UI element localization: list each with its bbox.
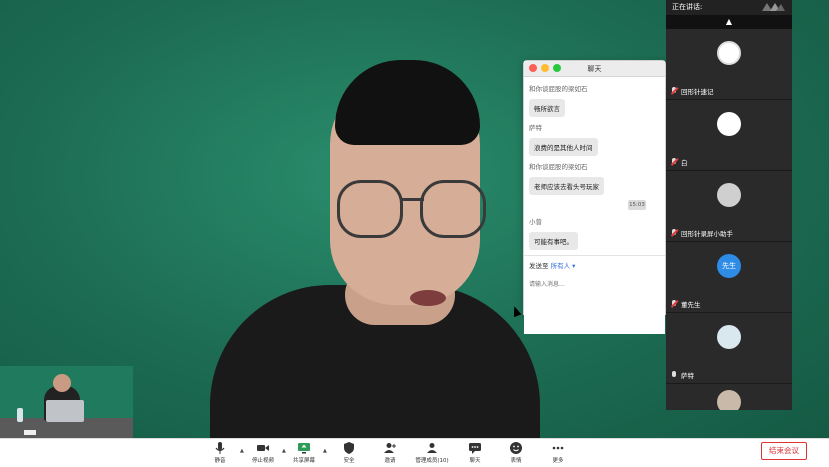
manage-members-button[interactable]: 管理成员(10) [412, 441, 452, 467]
send-to-target: 所有人 [550, 262, 571, 270]
chat-icon [469, 443, 481, 454]
participant-tile[interactable] [666, 384, 792, 410]
mic-muted-icon [670, 87, 678, 95]
chat-message: 小曾 可能有事吧。 [529, 216, 660, 250]
speaker-hair [335, 60, 480, 145]
mic-muted-icon [670, 229, 678, 237]
send-to-dropdown[interactable]: 所有人 ▾ [551, 262, 576, 270]
share-screen-button[interactable]: 共享屏幕 [284, 441, 324, 467]
meeting-toolbar: 静音 ▲ 停止视频 ▲ 共享屏幕 ▲ 安全 邀请 管理成员(10) 聊天 表情 … [0, 438, 829, 467]
panel-header: 正在讲话: [666, 0, 792, 15]
chat-label: 聊天 [469, 458, 481, 464]
mic-muted-icon [670, 300, 678, 308]
invite-button[interactable]: 邀请 [370, 441, 410, 467]
chat-message: 萨特 浪费的是其他人时间 [529, 122, 660, 156]
message-timestamp: 15:03 [628, 200, 646, 210]
glasses-right-lens [420, 180, 486, 238]
message-sender: 萨特 [529, 124, 542, 132]
glasses-bridge [400, 198, 424, 201]
self-view-video[interactable] [0, 366, 133, 438]
message-sender: 和你谈屁股的梁如石 [529, 85, 588, 93]
participant-tile[interactable]: 先生 董先生 [666, 242, 792, 313]
reactions-label: 表情 [510, 458, 522, 464]
chat-message: 和你谈屁股的梁如石 老师应该去看头号玩家 [529, 161, 660, 195]
security-button[interactable]: 安全 [329, 441, 369, 467]
send-to-label: 发送至 [529, 262, 549, 270]
participants-icon [427, 443, 437, 453]
chevron-up-icon[interactable]: ▲ [323, 448, 327, 454]
end-meeting-button[interactable]: 结束会议 [761, 442, 807, 460]
mic-icon [670, 371, 678, 379]
avatar: 先生 [717, 254, 741, 278]
self-view-head [53, 374, 71, 392]
message-bubble: 老师应该去看头号玩家 [529, 177, 604, 195]
shield-icon [344, 442, 354, 454]
avatar [717, 112, 741, 136]
stop-video-button[interactable]: 停止视频 [243, 441, 283, 467]
speaking-label: 正在讲话: [672, 3, 703, 11]
stop-video-label: 停止视频 [251, 458, 274, 464]
participant-tile[interactable]: 萨特 [666, 313, 792, 384]
self-view-bottle [17, 408, 23, 422]
message-sender: 小曾 [529, 218, 542, 226]
participants-panel: 正在讲话: ▲ 回形针速记 白 回形针录屏小助手 先生 董先生 萨特 [666, 0, 792, 410]
send-to-row: 发送至 所有人 ▾ [524, 255, 665, 274]
participant-name: 白 [681, 159, 688, 167]
microphone-icon [215, 442, 225, 454]
avatar [717, 390, 741, 410]
message-bubble: 畅所欲言 [529, 99, 565, 117]
mic-muted-icon [670, 158, 678, 166]
chat-title: 聊天 [587, 65, 602, 73]
video-camera-icon [257, 445, 269, 451]
chat-message-input[interactable] [524, 274, 665, 334]
scroll-up-arrow-icon[interactable]: ▲ [666, 15, 792, 29]
message-sender: 和你谈屁股的梁如石 [529, 163, 588, 171]
more-button[interactable]: 更多 [538, 441, 578, 467]
chat-titlebar[interactable]: 聊天 [524, 61, 665, 77]
participant-tile[interactable]: 回形针录屏小助手 [666, 171, 792, 242]
message-bubble: 浪费的是其他人时间 [529, 138, 598, 156]
add-user-icon [384, 443, 396, 453]
chevron-down-icon: ▾ [572, 262, 576, 270]
more-dots-icon [552, 446, 564, 450]
participant-name: 回形针录屏小助手 [681, 230, 733, 238]
mute-label: 静音 [214, 458, 226, 464]
participant-tile[interactable]: 回形针速记 [666, 29, 792, 100]
glasses-left-lens [337, 180, 403, 238]
robot-avatar-icon [717, 325, 741, 349]
participant-tile[interactable]: 白 [666, 100, 792, 171]
chat-messages: 和你谈屁股的梁如石 畅所欲言 萨特 浪费的是其他人时间 和你谈屁股的梁如石 老师… [524, 77, 665, 250]
participant-name: 董先生 [681, 301, 701, 309]
speaker-mouth [410, 290, 446, 306]
invite-label: 邀请 [384, 458, 396, 464]
reactions-button[interactable]: 表情 [496, 441, 536, 467]
manage-members-label: 管理成员(10) [415, 458, 449, 464]
logo-avatar-icon [717, 41, 741, 65]
chat-window: 聊天 和你谈屁股的梁如石 畅所欲言 萨特 浪费的是其他人时间 和你谈屁股的梁如石… [523, 60, 666, 334]
mute-button[interactable]: 静音 [200, 441, 240, 467]
app-logo-icon [762, 3, 785, 11]
more-label: 更多 [552, 458, 564, 464]
participant-name: 回形针速记 [681, 88, 714, 96]
self-view-sign [24, 430, 36, 435]
self-view-laptop [46, 400, 84, 422]
smiley-icon [510, 442, 522, 454]
person-avatar-icon [717, 183, 741, 207]
share-screen-icon [298, 443, 310, 454]
message-bubble: 可能有事吧。 [529, 232, 578, 250]
chat-message: 和你谈屁股的梁如石 畅所欲言 [529, 83, 660, 117]
security-label: 安全 [343, 458, 355, 464]
participant-name: 萨特 [681, 372, 694, 380]
share-screen-label: 共享屏幕 [292, 458, 315, 464]
chat-button[interactable]: 聊天 [455, 441, 495, 467]
